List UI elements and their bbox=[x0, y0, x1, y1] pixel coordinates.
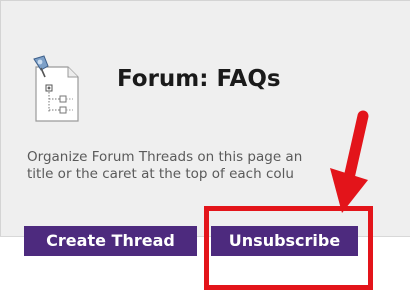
description-line: title or the caret at the top of each co… bbox=[27, 166, 294, 182]
description-line: Organize Forum Threads on this page an bbox=[27, 149, 303, 165]
page-description: Organize Forum Threads on this page an t… bbox=[27, 149, 410, 183]
forum-document-icon bbox=[33, 55, 79, 122]
page-title: Forum: FAQs bbox=[117, 66, 281, 92]
unsubscribe-button[interactable]: Unsubscribe bbox=[211, 226, 358, 256]
create-thread-button[interactable]: Create Thread bbox=[24, 226, 197, 256]
